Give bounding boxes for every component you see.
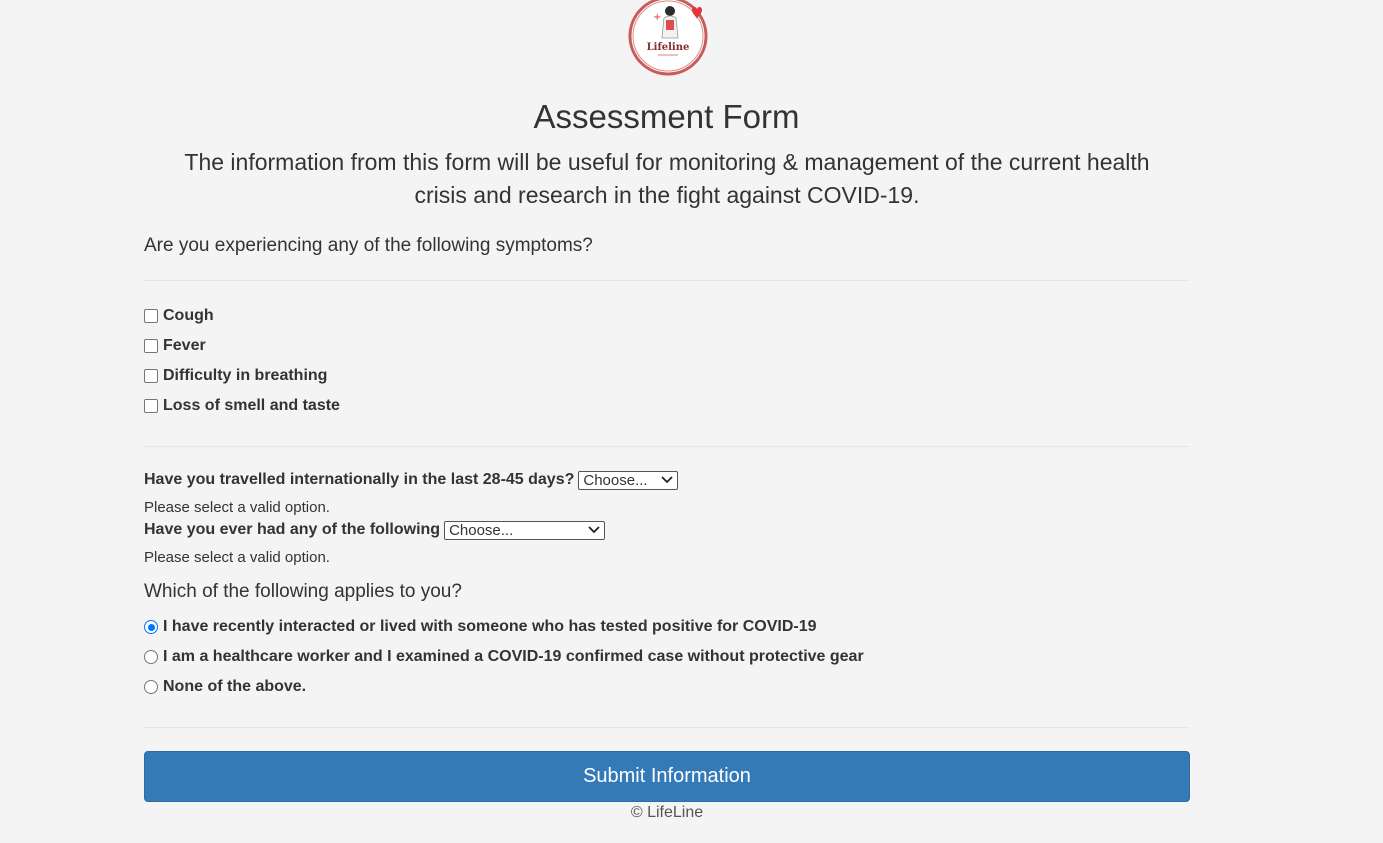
divider <box>144 446 1190 447</box>
history-select[interactable]: Choose... <box>444 520 606 540</box>
travel-label: Have you travelled internationally in th… <box>144 471 575 488</box>
page-subtitle: The information from this form will be u… <box>184 149 1150 208</box>
applies-option-label: I have recently interacted or lived with… <box>163 618 817 635</box>
applies-question: Which of the following applies to you? <box>144 581 462 602</box>
svg-text:+: + <box>653 12 661 23</box>
healthcare-radio[interactable] <box>144 650 158 664</box>
divider <box>144 727 1190 728</box>
contact-radio[interactable] <box>144 620 158 634</box>
symptom-fever[interactable]: Fever <box>144 336 206 356</box>
history-hint: Please select a valid option. <box>144 549 330 566</box>
page-title: Assessment Form <box>533 98 800 135</box>
symptom-label: Loss of smell and taste <box>163 397 340 414</box>
chevron-down-icon <box>588 526 600 534</box>
symptom-label: Cough <box>163 307 214 324</box>
footer-copyright: © LifeLine <box>630 804 704 821</box>
history-field: Have you ever had any of the following C… <box>144 519 606 541</box>
symptom-label: Difficulty in breathing <box>163 367 328 384</box>
chevron-down-icon <box>661 476 674 484</box>
applies-option-label: I am a healthcare worker and I examined … <box>163 648 864 665</box>
svg-text:Lifeline: Lifeline <box>647 42 690 53</box>
cough-checkbox[interactable] <box>144 309 158 323</box>
applies-option-label: None of the above. <box>163 678 307 695</box>
travel-select-value: Choose... <box>583 471 648 489</box>
history-select-value: Choose... <box>449 521 514 539</box>
breathing-checkbox[interactable] <box>144 369 158 383</box>
lifeline-logo-icon: + Lifeline <box>626 0 710 78</box>
smell-taste-checkbox[interactable] <box>144 399 158 413</box>
applies-option-contact[interactable]: I have recently interacted or lived with… <box>144 617 817 637</box>
travel-field: Have you travelled internationally in th… <box>144 469 679 491</box>
applies-option-none[interactable]: None of the above. <box>144 677 306 697</box>
symptom-cough[interactable]: Cough <box>144 306 214 326</box>
travel-hint: Please select a valid option. <box>144 499 330 516</box>
symptoms-question: Are you experiencing any of the followin… <box>144 235 593 256</box>
applies-option-healthcare[interactable]: I am a healthcare worker and I examined … <box>144 647 864 667</box>
symptom-label: Fever <box>163 337 206 354</box>
divider <box>144 280 1190 281</box>
symptom-breathing[interactable]: Difficulty in breathing <box>144 366 327 386</box>
none-radio[interactable] <box>144 680 158 694</box>
travel-select[interactable]: Choose... <box>578 470 679 490</box>
fever-checkbox[interactable] <box>144 339 158 353</box>
assessment-page: + Lifeline Assessment Form The informati… <box>0 0 1383 843</box>
symptom-smell-taste[interactable]: Loss of smell and taste <box>144 396 340 416</box>
submit-button[interactable]: Submit Information <box>144 751 1190 802</box>
history-label: Have you ever had any of the following <box>144 521 441 538</box>
